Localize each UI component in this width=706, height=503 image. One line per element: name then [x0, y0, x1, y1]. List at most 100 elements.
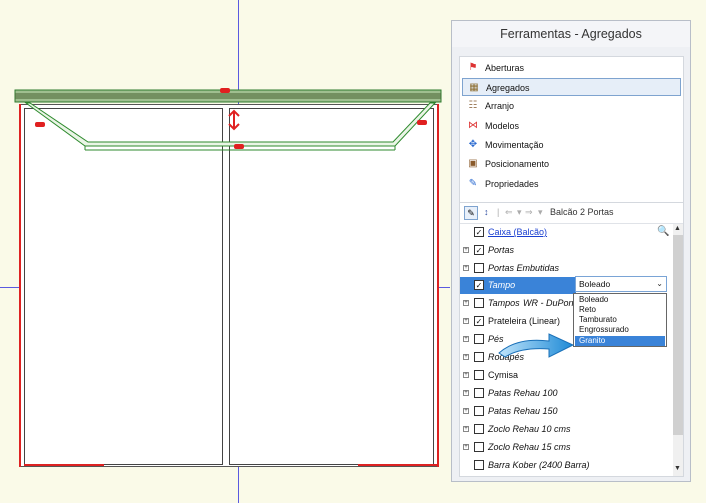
tree-item-zoclo-15[interactable]: + Zoclo Rehau 15 cms	[460, 439, 665, 456]
section-label: Agregados	[486, 83, 530, 93]
checkbox-unchecked[interactable]	[474, 352, 484, 362]
left-door[interactable]	[24, 108, 223, 465]
tree-item-portas-embutidas[interactable]: + Portas Embutidas	[460, 260, 665, 277]
scrollbar-thumb[interactable]	[673, 235, 683, 435]
checkbox-checked[interactable]: ✓	[474, 245, 484, 255]
tree-item-barra-kober[interactable]: Barra Kober (2400 Barra)	[460, 457, 665, 474]
agregados-icon: ▦	[469, 82, 479, 93]
tree-item-zoclo-10[interactable]: + Zoclo Rehau 10 cms	[460, 421, 665, 438]
expand-icon[interactable]: +	[463, 390, 469, 396]
expand-icon[interactable]: +	[463, 408, 469, 414]
sort-az-icon[interactable]: ↕	[484, 207, 489, 217]
scroll-down-icon[interactable]: ▼	[674, 465, 681, 472]
tree-item-label: Cymisa	[488, 370, 519, 380]
expand-icon[interactable]: +	[463, 444, 469, 450]
section-propriedades[interactable]: ✎ Propriedades	[462, 175, 681, 193]
forward-dropdown-icon[interactable]: ▾	[538, 207, 543, 218]
expand-icon[interactable]: +	[463, 318, 469, 324]
section-agregados[interactable]: ▦ Agregados	[462, 78, 681, 96]
expand-icon[interactable]: +	[463, 265, 469, 271]
checkbox-checked[interactable]: ✓	[474, 280, 484, 290]
red-edge-right	[437, 104, 439, 467]
tree-item-label: Tampo	[488, 280, 516, 290]
section-label: Movimentação	[485, 140, 544, 150]
aberturas-icon: ⚑	[468, 62, 478, 73]
left-marker[interactable]	[35, 122, 45, 127]
tampo-type-select[interactable]: Boleado ⌄	[575, 276, 667, 292]
section-aberturas[interactable]: ⚑ Aberturas	[462, 59, 681, 77]
tree-item-label-suffix: WR - DuPont	[523, 298, 577, 308]
tree-item-tampo[interactable]: ✓ Tampo	[460, 277, 576, 294]
section-arranjo[interactable]: ☷ Arranjo	[462, 97, 681, 115]
tree-item-label: Prateleira (Linear)	[488, 316, 561, 326]
tools-panel: Ferramentas - Agregados ⚑ Aberturas ▦ Ag…	[451, 20, 691, 482]
checkbox-unchecked[interactable]	[474, 388, 484, 398]
tree-item-label: Barra Kober (2400 Barra)	[488, 460, 590, 470]
tree-toolbar: ✎ ↕ | ⇐ ▾ ⇒ ▾ Balcão 2 Portas	[460, 203, 683, 224]
right-marker[interactable]	[417, 120, 427, 125]
countertop-texture	[15, 93, 441, 99]
checkbox-unchecked[interactable]	[474, 424, 484, 434]
expand-icon[interactable]: +	[463, 300, 469, 306]
expand-icon[interactable]: +	[463, 354, 469, 360]
checkbox-checked[interactable]: ✓	[474, 316, 484, 326]
section-label: Propriedades	[485, 179, 539, 189]
option-reto[interactable]: Reto	[575, 305, 665, 315]
tree-item-patas-150[interactable]: + Patas Rehau 150	[460, 403, 665, 420]
tree-item-portas[interactable]: + ✓ Portas	[460, 242, 665, 259]
checkbox-unchecked[interactable]	[474, 442, 484, 452]
section-label: Aberturas	[485, 63, 525, 73]
modelos-icon: ⋈	[468, 120, 478, 131]
back-dropdown-icon[interactable]: ▾	[517, 207, 522, 218]
select-value: Boleado	[579, 279, 611, 289]
resize-handle-icon[interactable]	[228, 109, 240, 131]
red-edge-left	[19, 104, 21, 467]
expand-icon[interactable]: +	[463, 247, 469, 253]
checkbox-unchecked[interactable]	[474, 460, 484, 470]
option-granito[interactable]: Granito	[575, 336, 665, 346]
tree-item-label: Patas Rehau 100	[488, 388, 558, 398]
checkbox-unchecked[interactable]	[474, 298, 484, 308]
checkbox-unchecked[interactable]	[474, 406, 484, 416]
properties-toolbar-icon[interactable]: ✎	[464, 206, 478, 220]
tree-item-label: Portas Embutidas	[488, 263, 560, 273]
center-marker[interactable]	[234, 144, 244, 149]
section-movimentacao[interactable]: ✥ Movimentação	[462, 136, 681, 154]
checkbox-unchecked[interactable]	[474, 334, 484, 344]
breadcrumb-label: Balcão 2 Portas	[550, 207, 614, 217]
countertop-top[interactable]	[0, 0, 450, 160]
tree-item-label[interactable]: Caixa (Balcão)	[488, 224, 547, 241]
section-label: Arranjo	[485, 101, 515, 111]
expand-icon[interactable]: +	[463, 372, 469, 378]
checkbox-unchecked[interactable]	[474, 370, 484, 380]
option-tamburato[interactable]: Tamburato	[575, 315, 665, 325]
panel-title: Ferramentas - Agregados	[452, 21, 690, 47]
scroll-up-icon[interactable]: ▲	[674, 225, 681, 232]
movimentacao-icon: ✥	[468, 139, 478, 150]
tree-item-cymisa[interactable]: + Cymisa	[460, 367, 665, 384]
tree-item-label: Zoclo Rehau 15 cms	[488, 442, 571, 452]
expand-icon[interactable]: +	[463, 426, 469, 432]
tree-item-label: Portas	[488, 245, 515, 255]
forward-arrow-icon[interactable]: ⇒	[525, 207, 533, 218]
chevron-down-icon[interactable]: ⌄	[656, 277, 663, 291]
option-engrossurado[interactable]: Engrossurado	[575, 325, 665, 335]
back-arrow-icon[interactable]: ⇐	[505, 207, 513, 218]
section-list: ⚑ Aberturas ▦ Agregados ☷ Arranjo ⋈ Mode…	[459, 56, 684, 224]
expand-icon[interactable]: +	[463, 336, 469, 342]
section-modelos[interactable]: ⋈ Modelos	[462, 117, 681, 135]
checkbox-checked[interactable]: ✓	[474, 227, 484, 237]
red-edge-bottom-left	[24, 464, 104, 466]
top-marker[interactable]	[220, 88, 230, 93]
section-label: Modelos	[485, 121, 520, 131]
tree-item-patas-100[interactable]: + Patas Rehau 100	[460, 385, 665, 402]
checkbox-unchecked[interactable]	[474, 263, 484, 273]
propriedades-icon: ✎	[468, 178, 478, 189]
tree-item-label: Patas Rehau 150	[488, 406, 558, 416]
tree-item-caixa[interactable]: ✓ Caixa (Balcão)	[460, 224, 665, 241]
section-posicionamento[interactable]: ▣ Posicionamento	[462, 155, 681, 173]
tree-item-label: Tampos	[488, 298, 520, 308]
option-boleado[interactable]: Boleado	[575, 295, 665, 305]
arranjo-icon: ☷	[468, 100, 478, 111]
right-door[interactable]	[229, 108, 434, 465]
